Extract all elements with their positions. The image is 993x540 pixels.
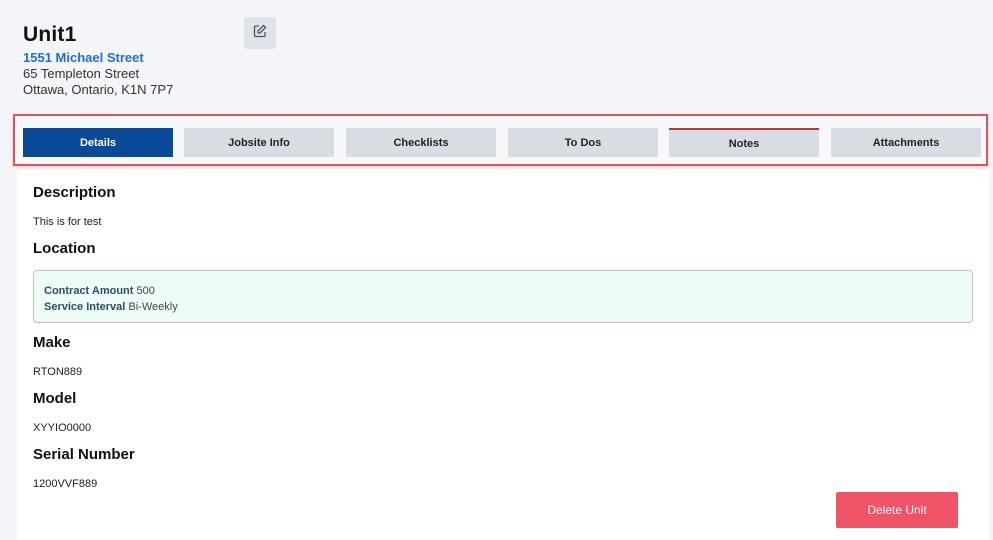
make-heading: Make — [33, 334, 71, 351]
page-title: Unit1 — [23, 23, 77, 46]
model-heading: Model — [33, 390, 77, 407]
make-value: RTON889 — [33, 366, 83, 378]
contract-amount-label: Contract Amount — [44, 285, 134, 297]
address-line-2: Ottawa, Ontario, K1N 7P7 — [23, 82, 174, 97]
location-heading: Location — [33, 240, 96, 257]
service-interval-value: Bi-Weekly — [128, 301, 178, 313]
serial-number-heading: Serial Number — [33, 446, 135, 463]
unit-header: Unit1 1551 Michael Street 65 Templeton S… — [23, 22, 173, 98]
tab-details[interactable]: Details — [23, 128, 173, 157]
delete-unit-button[interactable]: Delete Unit — [836, 492, 958, 528]
edit-icon — [253, 24, 267, 43]
address-line-1: 65 Templeton Street — [23, 66, 140, 81]
service-interval-row: Service Interval Bi-Weekly — [44, 299, 962, 315]
edit-button[interactable] — [244, 17, 276, 49]
street-link[interactable]: 1551 Michael Street — [23, 50, 173, 66]
service-interval-label: Service Interval — [44, 301, 126, 313]
tab-attachments[interactable]: Attachments — [831, 128, 981, 157]
description-value: This is for test — [33, 216, 102, 228]
tab-bar: Details Jobsite Info Checklists To Dos N… — [13, 114, 988, 166]
tab-to-dos[interactable]: To Dos — [508, 128, 658, 157]
model-value: XYYIO0000 — [33, 422, 92, 434]
serial-number-value: 1200VVF889 — [33, 478, 98, 490]
details-panel: Description This is for test Location Co… — [17, 170, 989, 540]
tab-checklists[interactable]: Checklists — [346, 128, 496, 157]
location-info-box: Contract Amount 500 Service Interval Bi-… — [33, 270, 973, 323]
tab-jobsite-info[interactable]: Jobsite Info — [184, 128, 334, 157]
contract-amount-value: 500 — [136, 285, 155, 297]
description-heading: Description — [33, 184, 116, 201]
tab-notes[interactable]: Notes — [669, 128, 819, 157]
contract-amount-row: Contract Amount 500 — [44, 283, 962, 299]
